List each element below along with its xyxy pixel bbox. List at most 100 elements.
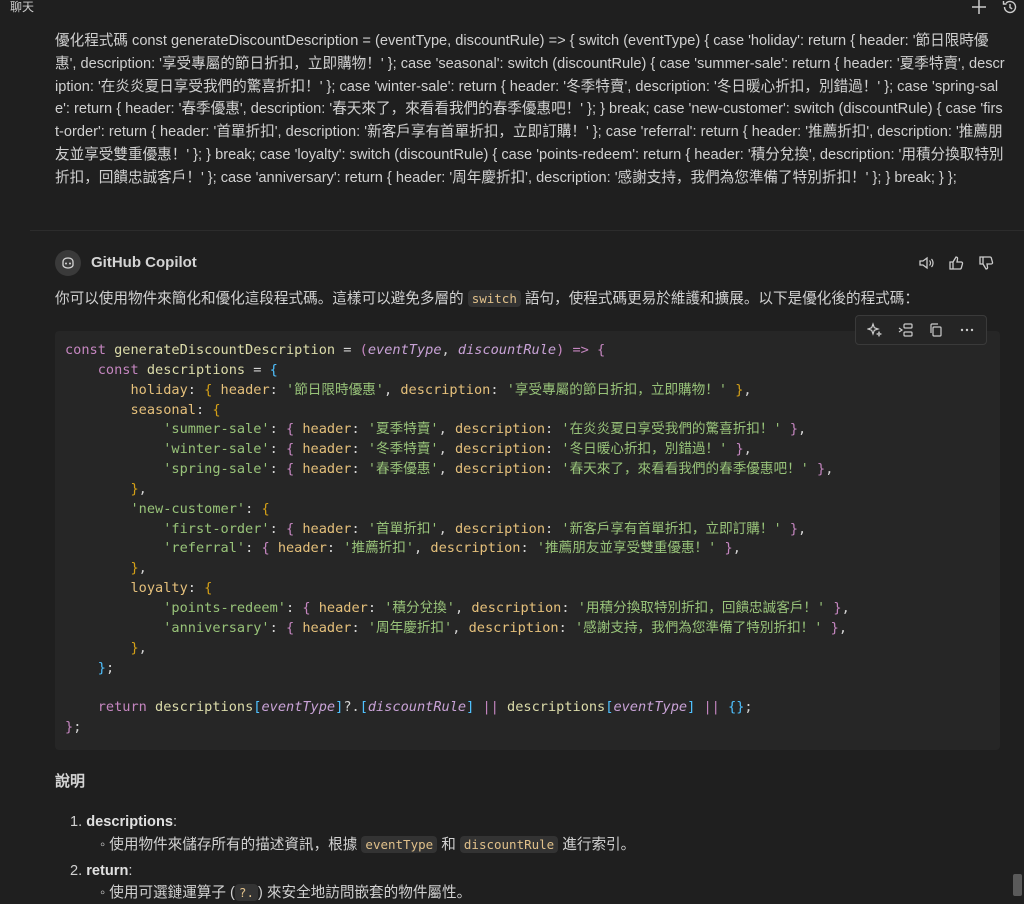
code-token: [ — [359, 699, 368, 716]
read-aloud-button[interactable] — [916, 253, 936, 273]
more-actions-button[interactable] — [956, 319, 978, 341]
code-token: descriptions — [507, 699, 606, 716]
code-token: '新客戶享有首單折扣，立即訂購！' — [561, 520, 782, 537]
code-token: { — [286, 520, 303, 537]
scrollbar-thumb[interactable] — [1013, 874, 1022, 896]
code-line: 'winter-sale': { header: '冬季特賣', descrip… — [65, 440, 850, 460]
code-token: : — [490, 381, 507, 398]
code-token: header — [277, 540, 327, 557]
new-chat-button[interactable] — [970, 0, 990, 18]
code-token: , — [438, 421, 455, 438]
code-token: descriptions — [146, 361, 246, 378]
code-line: }; — [65, 718, 850, 738]
code-token: { — [204, 381, 221, 398]
inline-code-discountrule: discountRule — [459, 836, 559, 853]
code-token: '春天來了，來看看我們的春季優惠吧！' — [561, 461, 809, 478]
code-line: holiday: { header: '節日限時優惠', description… — [65, 381, 850, 401]
code-token: { — [286, 441, 303, 458]
code-token: , — [414, 540, 431, 557]
code-token: eventType — [367, 342, 442, 358]
sub-text-before: 使用物件來儲存所有的描述資訊，根據 — [109, 837, 358, 853]
code-line: const descriptions = { — [65, 361, 850, 381]
code-token: , — [825, 461, 834, 478]
code-token: {} — [728, 699, 745, 716]
code-token: , — [138, 560, 147, 577]
code-token: seasonal — [130, 401, 196, 418]
code-token: : — [351, 421, 368, 438]
code-token: , — [138, 639, 147, 656]
code-token: header — [302, 619, 352, 636]
apply-in-editor-button[interactable] — [864, 319, 886, 341]
code-token: '冬日暖心折扣，別錯過！' — [561, 441, 728, 458]
response-intro: 你可以使用物件來簡化和優化這段程式碼。這樣可以避免多層的 switch 語句，使… — [55, 288, 919, 310]
thumbs-down-icon — [979, 256, 994, 270]
code-token: '推薦折扣' — [343, 540, 415, 557]
code-token: 'points-redeem' — [163, 599, 286, 616]
code-token: : — [269, 441, 286, 458]
sparkle-icon — [867, 322, 883, 338]
code-token: const — [97, 361, 147, 378]
insert-at-cursor-button[interactable] — [895, 319, 917, 341]
code-token: header — [302, 520, 352, 537]
code-token: description — [454, 461, 546, 478]
code-token: , — [452, 619, 469, 636]
assistant-name: GitHub Copilot — [91, 254, 197, 271]
code-token: descriptions — [155, 699, 254, 716]
message-divider — [30, 230, 1024, 231]
insert-icon — [898, 323, 913, 337]
code-token: discountRule — [457, 342, 557, 358]
code-token: } — [817, 461, 826, 478]
code-token: : — [545, 421, 562, 438]
code-token: { — [597, 342, 606, 358]
code-token: '春季優惠' — [367, 461, 439, 478]
code-line: 'spring-sale': { header: '春季優惠', descrip… — [65, 460, 850, 480]
code-token: '節日限時優惠' — [286, 381, 384, 398]
code-token: description — [468, 619, 559, 636]
copy-button[interactable] — [925, 319, 947, 341]
code-token: { — [204, 580, 213, 597]
speaker-icon — [919, 256, 934, 270]
list-term: return — [86, 863, 129, 879]
code-line: }, — [65, 639, 850, 659]
avatar — [55, 250, 81, 276]
code-token: header — [302, 441, 352, 458]
code-token: 'anniversary' — [163, 619, 270, 636]
code-token: { — [302, 599, 319, 616]
code-token: { — [286, 461, 303, 478]
code-token: : — [351, 619, 368, 636]
code-token: 'referral' — [163, 540, 246, 557]
sub-text-mid: 和 — [441, 837, 456, 853]
code-token: 'summer-sale' — [163, 421, 270, 438]
code-line: loyalty: { — [65, 579, 850, 599]
code-line: return descriptions[eventType]?.[discoun… — [65, 698, 850, 718]
list-item: 1. descriptions: — [70, 811, 177, 833]
sub-list-item: ◦ 使用物件來儲存所有的描述資訊，根據 eventType 和 discount… — [100, 834, 635, 856]
list-term: descriptions — [86, 814, 174, 830]
code-token: { — [212, 401, 221, 418]
code-token: : — [245, 540, 262, 557]
code-token: '首單折扣' — [367, 520, 439, 537]
code-token: loyalty — [130, 580, 188, 597]
code-line: }, — [65, 559, 850, 579]
code-token: description — [400, 381, 491, 398]
unhelpful-button[interactable] — [976, 253, 996, 273]
code-token: header — [220, 381, 270, 398]
code-line: 'new-customer': { — [65, 500, 850, 520]
code-token: } — [830, 619, 839, 636]
code-token: { — [261, 500, 270, 517]
code-token: : — [545, 441, 562, 458]
code-token: generateDiscountDescription — [114, 342, 336, 358]
code-token: { — [286, 421, 303, 438]
history-button[interactable] — [1001, 0, 1021, 18]
code-token: 'spring-sale' — [163, 461, 270, 478]
helpful-button[interactable] — [946, 253, 966, 273]
code-token: { — [261, 540, 278, 557]
sub-bullet: ◦ — [100, 837, 106, 853]
